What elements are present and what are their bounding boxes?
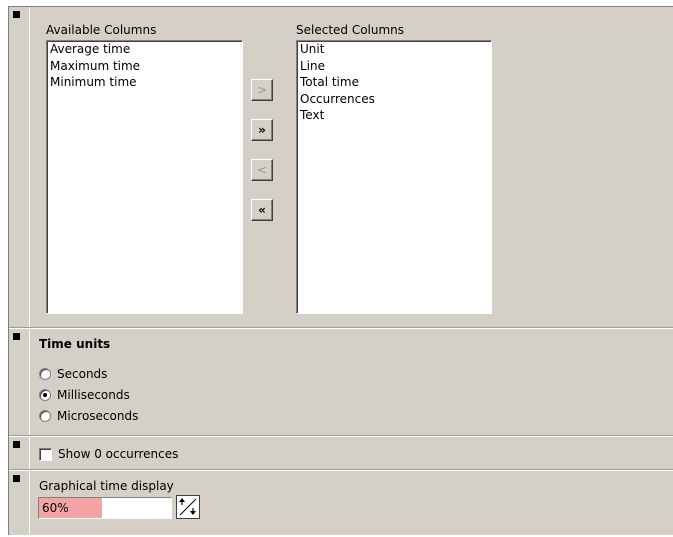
square-marker-icon [13, 441, 20, 448]
section-marker-column [9, 471, 30, 535]
remove-column-button[interactable]: < [251, 159, 273, 181]
square-marker-icon [13, 11, 20, 18]
available-columns-label: Available Columns [46, 23, 157, 37]
show-zero-section: Show 0 occurrences [9, 437, 673, 471]
show-zero-occurrences-label: Show 0 occurrences [58, 447, 179, 461]
adjust-glyph [179, 498, 197, 516]
radio-button[interactable] [39, 389, 51, 401]
list-item[interactable]: Average time [47, 41, 242, 58]
list-item[interactable]: Minimum time [47, 74, 242, 91]
increment-decrement-icon[interactable] [176, 495, 200, 519]
section-marker-column [9, 329, 30, 435]
graphical-display-label: Graphical time display [39, 479, 174, 493]
radio-milliseconds[interactable]: Milliseconds [39, 386, 130, 404]
radio-seconds[interactable]: Seconds [39, 365, 107, 383]
selected-columns-label: Selected Columns [296, 23, 405, 37]
square-marker-icon [13, 333, 20, 340]
radio-button[interactable] [39, 410, 51, 422]
square-marker-icon [13, 475, 20, 482]
radio-label: Microseconds [57, 409, 139, 423]
checkbox[interactable] [39, 447, 52, 461]
list-item[interactable]: Maximum time [47, 58, 242, 75]
radio-label: Seconds [57, 367, 108, 381]
section-marker-column [9, 7, 30, 327]
time-units-title: Time units [39, 337, 111, 351]
radio-label: Milliseconds [57, 388, 130, 402]
add-column-button[interactable]: > [251, 79, 273, 101]
radio-button[interactable] [39, 368, 51, 380]
list-item[interactable]: Occurrences [297, 91, 491, 108]
add-all-columns-button[interactable]: » [251, 119, 273, 141]
time-units-section: Time units Seconds Milliseconds Microsec… [9, 329, 673, 437]
graphical-display-value: 60% [42, 501, 69, 515]
list-item[interactable]: Line [297, 58, 491, 75]
graphical-display-bar[interactable]: 60% [38, 497, 172, 519]
selected-columns-list[interactable]: Unit Line Total time Occurrences Text [296, 40, 492, 314]
options-panel: Available Columns Average time Maximum t… [8, 6, 673, 537]
available-columns-list[interactable]: Average time Maximum time Minimum time [46, 40, 243, 314]
radio-microseconds[interactable]: Microseconds [39, 407, 138, 425]
list-item[interactable]: Total time [297, 74, 491, 91]
list-item[interactable]: Unit [297, 41, 491, 58]
list-item[interactable]: Text [297, 107, 491, 124]
section-marker-column [9, 437, 30, 469]
columns-section: Available Columns Average time Maximum t… [9, 7, 673, 329]
show-zero-occurrences-checkbox[interactable]: Show 0 occurrences [39, 445, 178, 463]
graphical-display-section: Graphical time display 60% [9, 471, 673, 537]
remove-all-columns-button[interactable]: « [251, 199, 273, 221]
